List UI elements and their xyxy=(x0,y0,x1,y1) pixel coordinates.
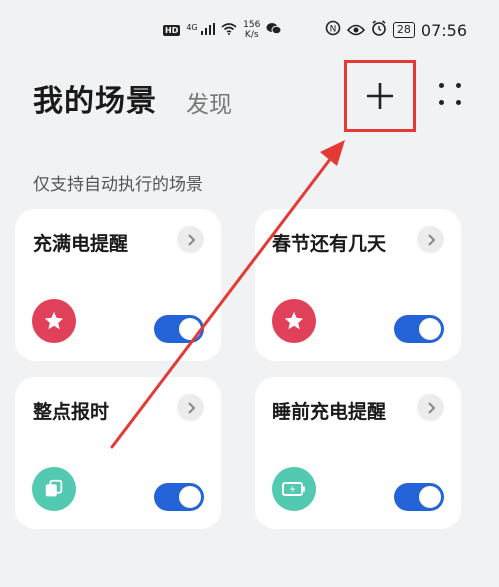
annotation-arrow xyxy=(110,140,345,449)
